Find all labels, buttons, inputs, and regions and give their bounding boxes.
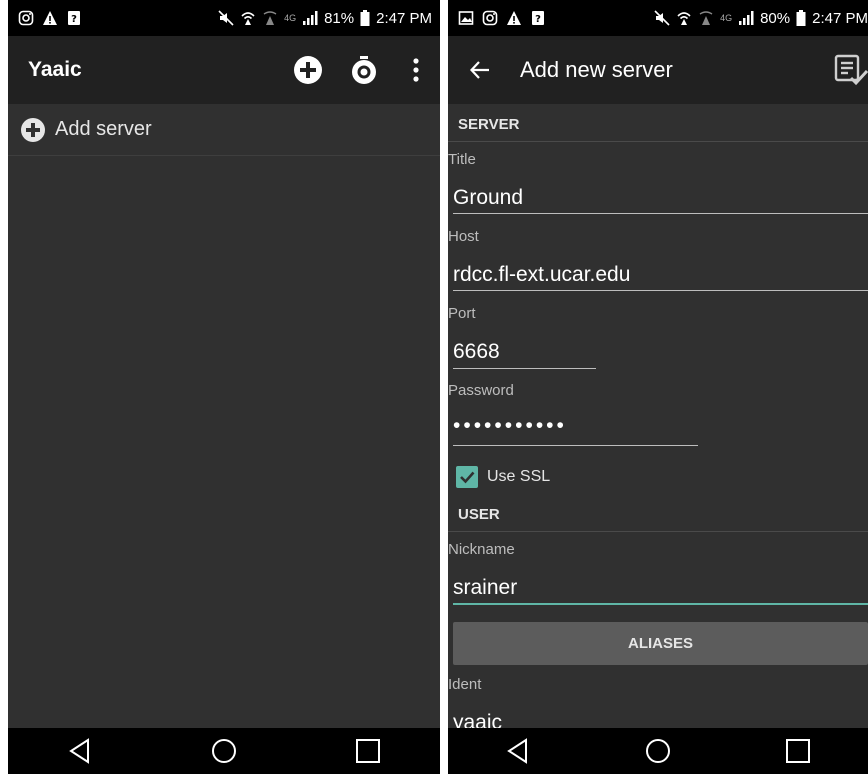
timer-icon xyxy=(352,56,376,84)
data-signal-icon xyxy=(698,10,714,26)
yaaic-server-list-screen: ? 4G 81% 2:47 PM Yaaic Add server xyxy=(8,0,440,774)
data-signal-icon xyxy=(262,10,278,26)
ident-label: Ident xyxy=(448,676,482,693)
port-label: Port xyxy=(448,305,476,322)
add-circle-icon xyxy=(294,56,322,84)
back-triangle-icon xyxy=(69,738,89,764)
back-triangle-icon xyxy=(507,738,527,764)
mute-icon xyxy=(654,10,670,26)
user-section-header: USER xyxy=(448,498,868,532)
home-circle-icon xyxy=(646,739,670,763)
password-input[interactable]: ••••••••••• xyxy=(453,414,567,438)
instagram-icon xyxy=(18,10,34,26)
network-type: 4G xyxy=(284,13,297,23)
battery-icon xyxy=(796,10,806,26)
connect-all-action-button[interactable] xyxy=(336,42,392,98)
app-bar: Add new server xyxy=(448,36,868,104)
navigation-bar xyxy=(8,728,440,774)
password-underline xyxy=(453,445,698,446)
mute-icon xyxy=(218,10,234,26)
back-nav-button[interactable] xyxy=(488,728,548,774)
add-server-label: Add server xyxy=(55,118,152,140)
overflow-menu-button[interactable] xyxy=(392,42,440,98)
image-icon xyxy=(458,10,474,26)
add-circle-icon xyxy=(21,117,45,142)
home-nav-button[interactable] xyxy=(628,728,688,774)
warning-icon xyxy=(506,10,522,26)
clock: 2:47 PM xyxy=(376,9,432,27)
wifi-hotspot-icon xyxy=(676,10,692,26)
screen-title: Add new server xyxy=(520,57,673,82)
unknown-notification-icon: ? xyxy=(530,10,546,26)
host-input[interactable]: rdcc.fl-ext.ucar.edu xyxy=(453,263,630,287)
nickname-input[interactable]: srainer xyxy=(453,576,517,600)
nickname-underline xyxy=(453,603,868,605)
title-input[interactable]: Ground xyxy=(453,186,523,210)
app-title: Yaaic xyxy=(28,58,82,81)
battery-percent: 80% xyxy=(760,9,791,27)
clock: 2:47 PM xyxy=(812,9,868,27)
warning-icon xyxy=(42,10,58,26)
svg-text:?: ? xyxy=(535,14,541,25)
wifi-hotspot-icon xyxy=(240,10,256,26)
add-new-server-screen: ? 4G 80% 2:47 PM Add new server SERVER T… xyxy=(448,0,868,774)
port-input[interactable]: 6668 xyxy=(453,340,500,364)
arrow-back-icon xyxy=(469,61,489,79)
navigation-bar xyxy=(448,728,868,774)
use-ssl-checkbox[interactable] xyxy=(456,466,478,488)
cell-signal-icon xyxy=(302,10,318,26)
home-nav-button[interactable] xyxy=(194,728,254,774)
host-label: Host xyxy=(448,228,479,245)
aliases-button[interactable]: ALIASES xyxy=(453,622,868,665)
port-underline xyxy=(453,368,596,369)
status-bar: ? 4G 81% 2:47 PM xyxy=(8,0,440,36)
battery-percent: 81% xyxy=(324,9,355,27)
nickname-label: Nickname xyxy=(448,541,515,558)
checkmark-icon xyxy=(460,471,475,484)
server-section-header: SERVER xyxy=(448,108,868,142)
title-label: Title xyxy=(448,151,476,168)
use-ssl-label: Use SSL xyxy=(487,468,551,485)
unknown-notification-icon: ? xyxy=(66,10,82,26)
app-bar: Yaaic xyxy=(8,36,440,104)
status-bar: ? 4G 80% 2:47 PM xyxy=(448,0,868,36)
title-underline xyxy=(453,213,868,214)
battery-icon xyxy=(360,10,370,26)
back-nav-button[interactable] xyxy=(50,728,110,774)
use-ssl-row[interactable]: Use SSL xyxy=(456,464,550,490)
host-underline xyxy=(453,290,868,291)
home-circle-icon xyxy=(212,739,236,763)
network-type: 4G xyxy=(720,13,733,23)
recents-square-icon xyxy=(356,739,380,763)
cell-signal-icon xyxy=(738,10,754,26)
add-server-action-button[interactable] xyxy=(280,42,336,98)
recents-nav-button[interactable] xyxy=(768,728,828,774)
back-button[interactable] xyxy=(448,36,512,104)
svg-text:?: ? xyxy=(71,14,77,25)
more-vert-icon xyxy=(413,58,419,82)
add-server-list-item[interactable]: Add server xyxy=(8,104,440,156)
save-list-icon xyxy=(834,54,868,86)
save-server-button[interactable] xyxy=(816,36,868,104)
recents-square-icon xyxy=(786,739,810,763)
password-label: Password xyxy=(448,382,514,399)
instagram-icon xyxy=(482,10,498,26)
recents-nav-button[interactable] xyxy=(338,728,398,774)
